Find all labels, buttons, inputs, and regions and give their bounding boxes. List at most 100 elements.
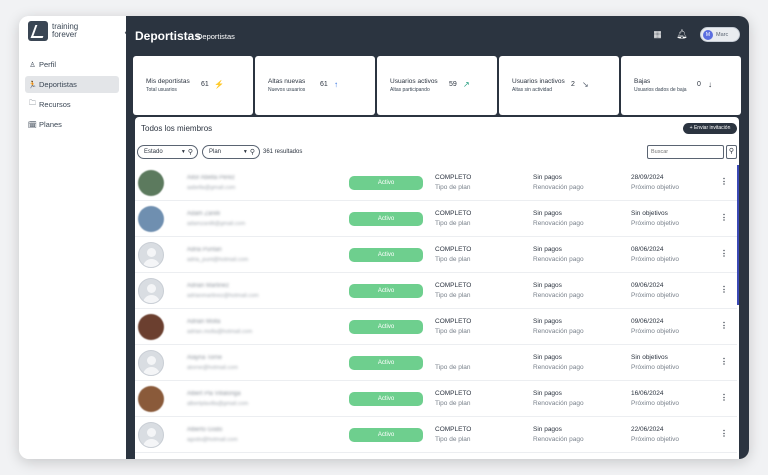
stat-value: 0 [697,81,701,88]
search-input[interactable] [647,145,724,159]
more-options-icon[interactable]: ⋮ [720,213,728,222]
plan-type: COMPLETO [435,390,472,397]
more-options-icon[interactable]: ⋮ [720,285,728,294]
payment-status: Sin pagos [533,210,562,217]
avatar [138,386,164,412]
more-options-icon[interactable]: ⋮ [720,429,728,438]
next-goal: Sin objetivos [631,354,668,361]
next-goal-label: Próximo objetivo [631,292,680,299]
more-options-icon[interactable]: ⋮ [720,249,728,258]
member-email: adrian.molla@hotmail.com [187,329,253,335]
book-icon: 🗀 [29,100,36,107]
calendar-icon: 🗓 [28,121,37,129]
sidebar-nav: ♙ Perfil 🏃 Deportistas 🗀 Recursos 🗓 Plan… [25,56,119,136]
plan-type: COMPLETO [435,174,472,181]
avatar: M [703,29,713,40]
results-count: 361 resultados [263,149,303,155]
payment-status: Sin pagos [533,174,562,181]
calendar-icon[interactable]: ▦ [652,29,663,40]
stat-subtitle: Nuevos usuarios [268,87,306,93]
table-row[interactable]: Adam Zanilli adamzanilli@gmail.com Activ… [135,201,737,237]
search-button[interactable]: ⚲ [726,145,737,159]
logo[interactable]: training forever [28,21,78,41]
member-name: Adrian Martinez [187,283,230,289]
sidebar-item-recursos[interactable]: 🗀 Recursos [25,96,119,113]
next-goal-label: Próximo objetivo [631,184,680,191]
more-options-icon[interactable]: ⋮ [720,357,728,366]
table-row[interactable]: Adrian Martinez adrianmartinez@hotmail.c… [135,273,737,309]
payment-label: Renovación pago [533,328,584,335]
stat-value: 2 [571,81,575,88]
more-options-icon[interactable]: ⋮ [720,177,728,186]
plan-type-label: Tipo de plan [435,184,471,191]
stat-value: 61 [320,81,328,88]
table-row[interactable]: Aitor Abella Perez aabella@gmail.com Act… [135,165,737,201]
next-goal-label: Próximo objetivo [631,220,680,227]
table-row[interactable]: Adria Puntan adria_punt@hotmail.com Acti… [135,237,737,273]
send-invitation-button[interactable]: + Enviar invitación [683,123,737,134]
user-name: Marc [716,31,729,38]
header: Deportistas Deportistas ▦ 🔔︎ M Marc [126,16,749,54]
avatar [138,206,164,232]
next-goal-label: Próximo objetivo [631,400,680,407]
plan-type-label: Tipo de plan [435,364,471,371]
table-row[interactable]: Alberto Godo agodo@hotmail.com Activo CO… [135,417,737,453]
sidebar-item-label: Recursos [39,100,71,109]
payment-status: Sin pagos [533,426,562,433]
next-goal-label: Próximo objetivo [631,364,680,371]
avatar [138,242,164,268]
breadcrumb[interactable]: Deportistas [197,32,235,41]
payment-label: Renovación pago [533,436,584,443]
stat-card-altas-nuevas[interactable]: Altas nuevas Nuevos usuarios 61 ↑ [255,56,375,115]
payment-status: Sin pagos [533,390,562,397]
status-badge: Activo [349,428,423,442]
stat-card-bajas[interactable]: Bajas Usuarios dados de baja 0 ↓ [621,56,741,115]
avatar [138,350,164,376]
more-options-icon[interactable]: ⋮ [720,321,728,330]
estado-filter[interactable]: Estado ▼ ⚲ [137,145,198,159]
sidebar-item-planes[interactable]: 🗓 Planes [25,116,119,133]
payment-status: Sin pagos [533,354,562,361]
table-row[interactable]: Albert Pla Villalonga albertplavilla@gma… [135,381,737,417]
plan-type: COMPLETO [435,246,472,253]
chevron-down-icon: ▼ [180,149,186,155]
user-menu[interactable]: M Marc [700,27,740,42]
bell-icon[interactable]: 🔔︎ [676,29,687,40]
plan-type: COMPLETO [435,210,472,217]
stat-card-usuarios-activos[interactable]: Usuarios activos Altas participando 59 ↗ [377,56,497,115]
arrow-down-icon: ↓ [708,80,712,89]
avatar [138,422,164,448]
plan-type: COMPLETO [435,426,472,433]
logo-text-line2: forever [52,30,77,39]
search-icon: ⚲ [187,149,193,156]
plan-type-label: Tipo de plan [435,220,471,227]
more-options-icon[interactable]: ⋮ [720,393,728,402]
member-name: Alberto Godo [187,427,223,433]
stat-card-mis-deportistas[interactable]: Mis deportistas Total usuarios 61 ⚡ [133,56,253,115]
next-goal-label: Próximo objetivo [631,256,680,263]
scrollbar[interactable] [737,165,739,305]
sidebar-item-perfil[interactable]: ♙ Perfil [25,56,119,73]
app-window: training forever ‹ ♙ Perfil 🏃 Deportista… [19,16,749,459]
payment-label: Renovación pago [533,292,584,299]
main-content: Deportistas Deportistas ▦ 🔔︎ M Marc Mis … [126,16,749,459]
avatar [138,278,164,304]
sidebar-item-deportistas[interactable]: 🏃 Deportistas [25,76,119,93]
runner-icon: 🏃 [28,81,37,89]
table-row[interactable]: Adrian Molla adrian.molla@hotmail.com Ac… [135,309,737,345]
member-email: aabella@gmail.com [187,185,236,191]
plan-type-label: Tipo de plan [435,436,471,443]
logo-icon [28,21,48,41]
stat-subtitle: Altas participando [390,87,430,93]
plan-type: COMPLETO [435,282,472,289]
next-goal: 09/06/2024 [631,282,664,289]
stat-subtitle: Usuarios dados de baja [634,87,687,93]
table-row[interactable]: Alayna Torne atorne@hotmail.com Activo T… [135,345,737,381]
plan-filter[interactable]: Plan ▼ ⚲ [202,145,260,159]
payment-status: Sin pagos [533,318,562,325]
plan-type-label: Tipo de plan [435,256,471,263]
stats-row: Mis deportistas Total usuarios 61 ⚡ Alta… [133,56,743,115]
members-list: Aitor Abella Perez aabella@gmail.com Act… [135,165,737,453]
stat-card-usuarios-inactivos[interactable]: Usuarios inactivos Altas sin actividad 2… [499,56,619,115]
stat-title: Altas nuevas [268,78,306,85]
